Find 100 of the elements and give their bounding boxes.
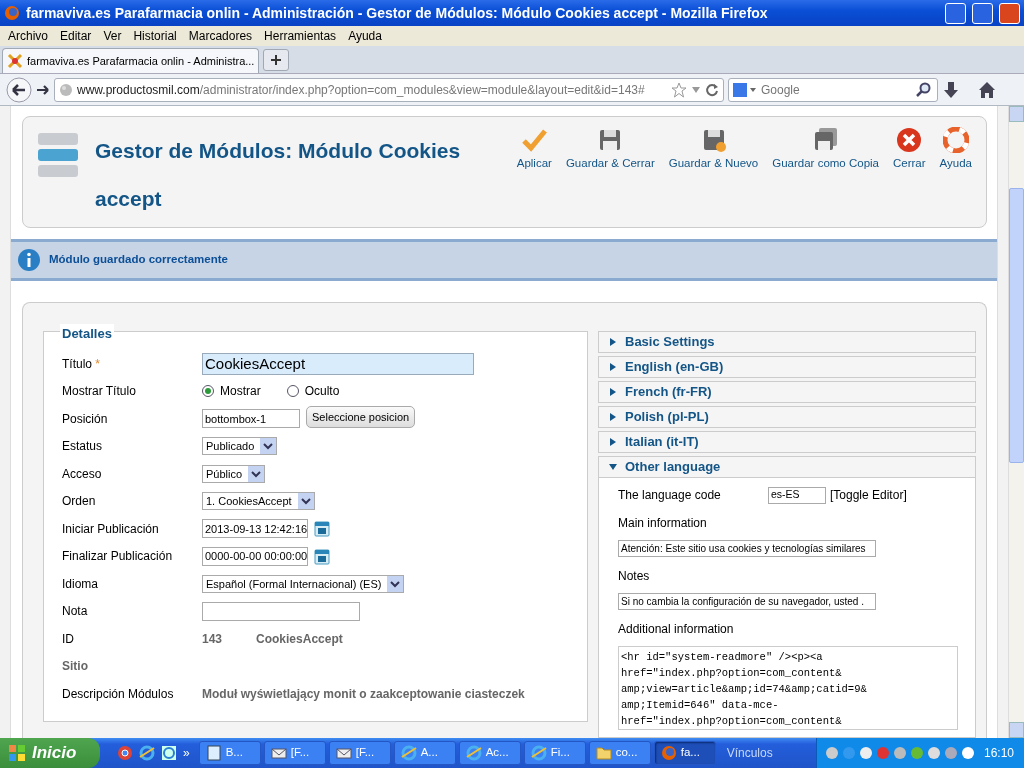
accordion-header[interactable]: Italian (it-IT) (598, 431, 976, 453)
toolbar-button[interactable]: Aplicar (510, 127, 558, 173)
home-icon[interactable] (978, 80, 996, 99)
text-field[interactable]: CookiesAccept (202, 352, 474, 375)
taskbar-button[interactable]: B... (198, 741, 261, 765)
toolbar-button[interactable]: Ayuda (933, 127, 978, 173)
caret-right-icon (609, 413, 617, 421)
taskbar-button[interactable]: co... (588, 741, 651, 765)
field-label: Additional information (618, 621, 734, 638)
select-field[interactable]: Público (202, 464, 266, 483)
text-field[interactable]: Atención: Este sitio usa cookies y tecnologías similares (618, 540, 876, 557)
date-field[interactable]: 2013-09-13 12:42:16 (202, 519, 308, 539)
text-field[interactable]: Si no cambia la configuración de su navegador, usted . (618, 593, 876, 610)
accordion-header[interactable]: English (en-GB) (598, 356, 976, 378)
caret-right-icon (609, 388, 617, 396)
accordion-header[interactable]: French (fr-FR) (598, 381, 976, 403)
taskbar-button[interactable]: A... (393, 741, 456, 765)
field-label: Main information (618, 515, 707, 532)
envelope-icon (335, 745, 352, 761)
more-button[interactable]: » (183, 744, 190, 762)
taskbar-button[interactable]: Fi... (523, 741, 586, 765)
dropdown-icon[interactable] (691, 85, 701, 94)
menu-item[interactable]: Ver (97, 27, 128, 45)
maximize-button[interactable] (972, 2, 993, 24)
browser-tab[interactable]: farmaviva.es Parafarmacia onlin - Administra... (2, 48, 260, 73)
menu-item[interactable]: Archivo (2, 27, 54, 45)
search-bar[interactable]: Google (728, 77, 938, 102)
search-engine-icon (733, 81, 757, 98)
taskbar-button[interactable]: [F... (328, 741, 391, 765)
search-icon[interactable] (915, 81, 931, 98)
radio-option[interactable]: Mostrar (202, 382, 261, 401)
firefox-icon (660, 745, 677, 761)
select-field[interactable]: Español (Formal Internacional) (ES) (202, 574, 405, 593)
calendar-icon[interactable] (314, 547, 330, 565)
plus-icon (270, 54, 283, 66)
caret-right-icon (609, 363, 617, 371)
globe-icon (59, 82, 73, 97)
toolbar-button[interactable]: Cerrar (887, 127, 932, 173)
accordion-header[interactable]: Polish (pl-PL) (598, 406, 976, 428)
site-icon (7, 53, 23, 69)
code-textarea[interactable]: <hr id="system-readmore" /><p><a href="index.php?option=com_content& amp;view=article&amp;id=74&amp;catid=9& amp;Itemid=646" data-mce- href="index.php?option=com_content& (618, 646, 958, 730)
info-icon (17, 248, 41, 272)
tray-icon[interactable] (858, 746, 873, 760)
menu-item[interactable]: Editar (54, 27, 98, 45)
toolbar-button[interactable]: Guardar & Nuevo (662, 127, 765, 173)
field-label: Notes (618, 568, 650, 585)
checkmark-icon (521, 127, 548, 153)
new-tab-button[interactable] (263, 49, 290, 71)
text-field[interactable]: es-ES (768, 486, 826, 504)
text-field[interactable] (202, 601, 360, 621)
field-value: 143 (202, 630, 223, 648)
firefox-icon (4, 5, 20, 21)
field-label: Nota (62, 603, 89, 621)
tray-icon[interactable] (960, 746, 975, 760)
field-value: Moduł wyświetlający monit o zaakceptowanie ciasteczek (202, 685, 525, 703)
links-toolbar-label[interactable]: Vínculos (726, 744, 773, 762)
toolbar-button[interactable]: Guardar como Copia (766, 127, 885, 173)
taskbar-button[interactable]: [F... (263, 741, 326, 765)
field-value: CookiesAccept (256, 630, 343, 648)
chrome-icon[interactable] (117, 745, 133, 761)
scrollbar[interactable] (1008, 106, 1024, 738)
select-field[interactable]: Publicado (202, 437, 278, 456)
section-heading: Sitio (62, 658, 89, 676)
text-field[interactable]: bottombox-1 (202, 409, 300, 429)
radio-option[interactable]: Oculto (286, 382, 340, 401)
menu-item[interactable]: Historial (127, 27, 183, 45)
toggle-editor-link[interactable]: [Toggle Editor] (830, 486, 907, 504)
forward-icon[interactable] (36, 82, 50, 97)
field-label: The language code (618, 487, 722, 504)
lifebuoy-icon (942, 127, 969, 153)
menu-item[interactable]: Ayuda (342, 27, 388, 45)
calendar-icon[interactable] (314, 520, 330, 538)
floppy-disks-icon (812, 127, 839, 153)
taskbar-button[interactable]: fa... (653, 741, 716, 765)
windows-logo-icon (8, 744, 26, 762)
back-icon[interactable] (6, 76, 32, 103)
toolbar-button[interactable]: Guardar & Cerrar (559, 127, 661, 173)
menu-item[interactable]: Herramientas (258, 27, 343, 45)
reload-icon[interactable] (705, 82, 719, 97)
start-button[interactable]: Inicio (0, 738, 100, 768)
window-title: farmaviva.es Parafarmacia onlin - Administración - Gestor de Módulos: Módulo Cookies accept - Mozilla Firefox (26, 3, 769, 23)
select-position-button[interactable]: Seleccione posicion (306, 405, 416, 428)
download-icon[interactable] (942, 80, 960, 99)
star-icon[interactable] (671, 81, 687, 98)
accordion-header[interactable]: Other language (598, 456, 976, 478)
minimize-button[interactable] (945, 2, 966, 24)
field-label: Orden (62, 493, 97, 511)
address-field[interactable]: www.productosmil.com/administrator/index.php?option=com_modules&view=module&layout=edit&id=143# (54, 77, 724, 102)
field-label: Posición (62, 410, 109, 428)
taskbar-button[interactable]: Ac... (458, 741, 521, 765)
select-field[interactable]: 1. CookiesAccept (202, 492, 315, 511)
accordion-header[interactable]: Basic Settings (598, 331, 976, 353)
field-label: ID (62, 630, 75, 648)
menu-item[interactable]: Marcadores (182, 27, 259, 45)
date-field[interactable]: 0000-00-00 00:00:00 (202, 546, 308, 566)
field-label: Acceso (62, 465, 103, 483)
close-button[interactable] (999, 2, 1020, 24)
field-label: Estatus (62, 438, 104, 456)
caret-down-icon (609, 463, 617, 471)
tray-icon[interactable] (926, 746, 941, 760)
